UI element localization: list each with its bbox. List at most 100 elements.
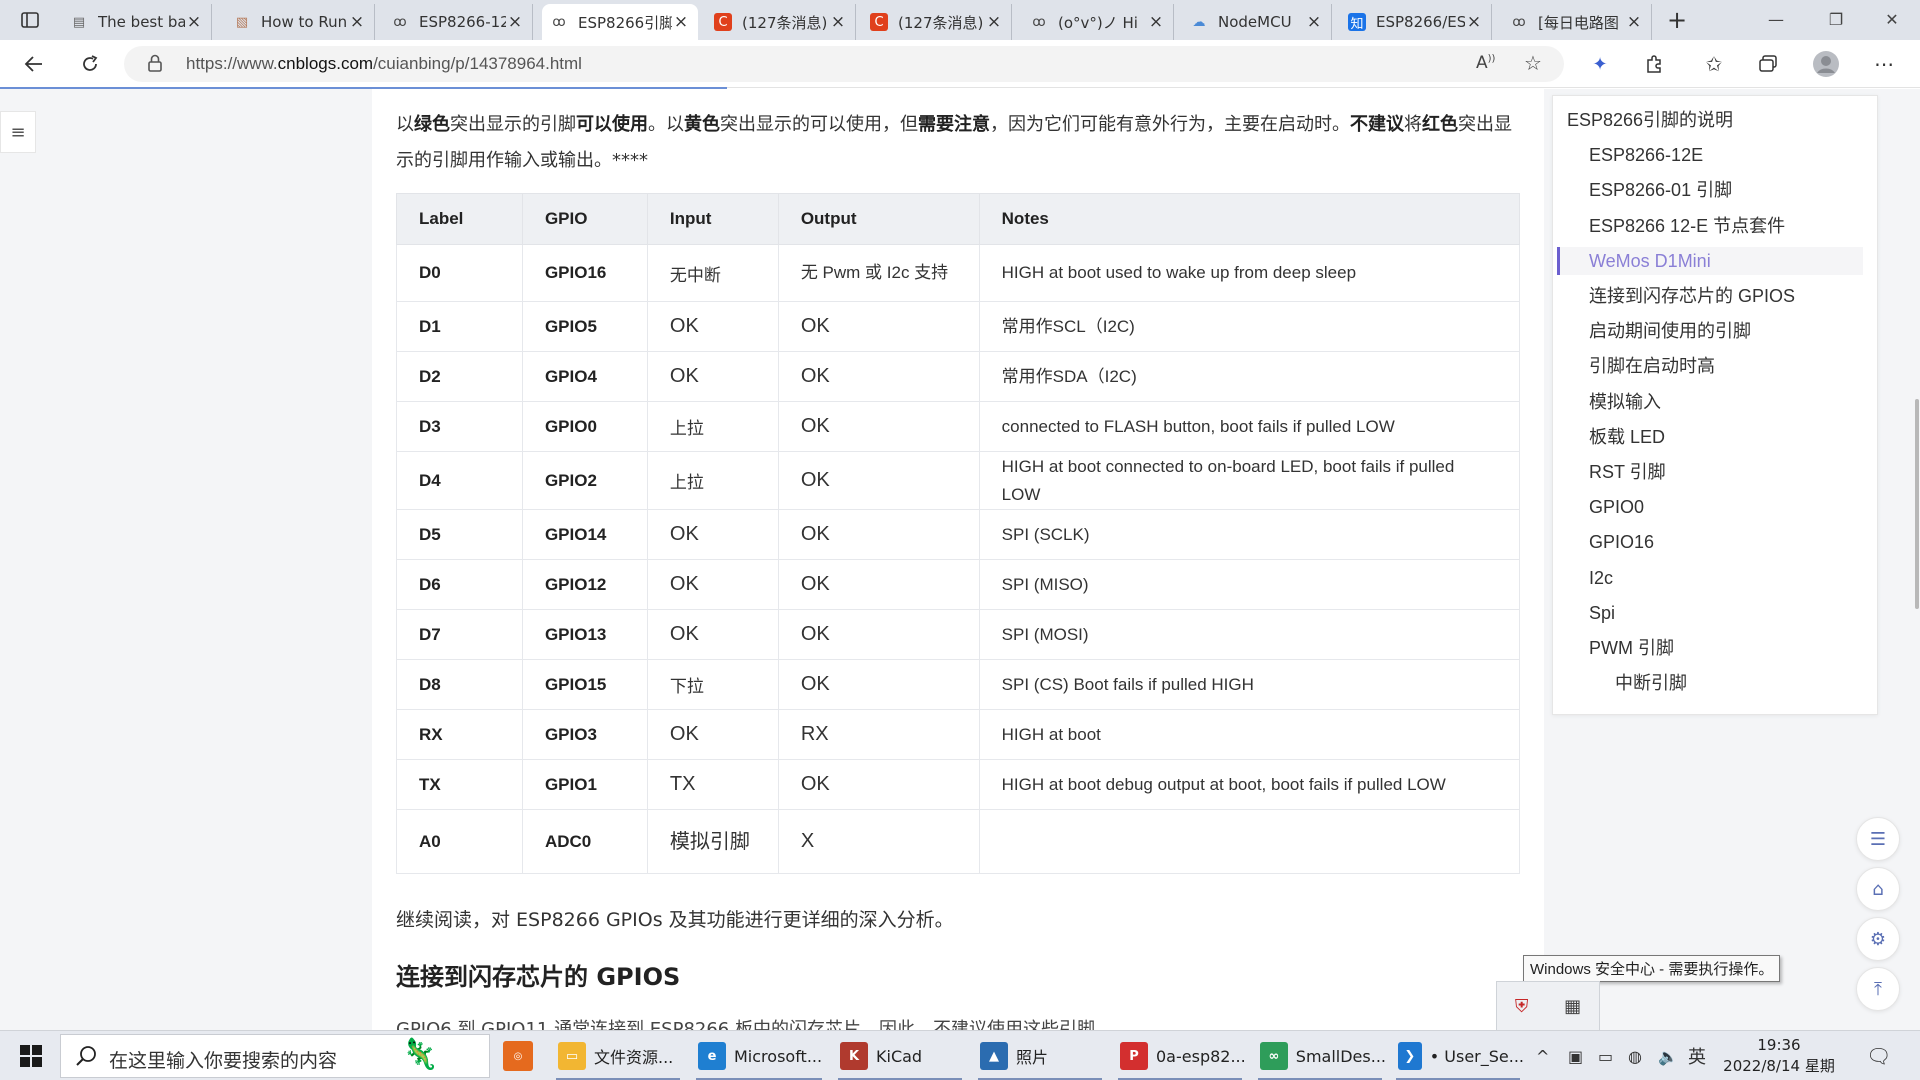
scrollbar-thumb[interactable] [1915,399,1919,609]
browser-tab[interactable]: ꝏ (o°v°)ノ Hi × [1022,4,1174,40]
tab-close-icon[interactable]: × [348,12,366,32]
toc-item[interactable]: 启动期间使用的引脚 [1589,317,1751,345]
browser-tab[interactable]: ꝏ [每日电路图 × [1502,4,1652,40]
restore-button[interactable]: ❐ [1806,0,1866,40]
extensions-puzzle-icon[interactable] [1636,48,1672,80]
cnblogs-icon: ꝏ [1032,14,1046,30]
url-text[interactable]: https://www.cnblogs.com/cuianbing/p/1437… [186,54,582,74]
extension-icon[interactable]: ✦ [1582,48,1618,80]
ime-indicator[interactable]: 英 [1688,1031,1706,1080]
taskbar-app-label: 文件资源... [594,1048,674,1067]
toc-item[interactable]: ESP8266-01 引脚 [1589,176,1732,204]
notification-icon[interactable]: 🗨 [1866,1031,1891,1080]
gear-icon[interactable]: ⚙ [1856,917,1900,961]
pdf-icon: P [1120,1042,1148,1070]
tab-close-icon[interactable]: × [1305,12,1323,32]
toc-item[interactable]: 板载 LED [1589,423,1665,451]
taskbar-app[interactable]: ❯ • User_Se... [1392,1031,1524,1080]
toc-item[interactable]: ESP8266 12-E 节点套件 [1589,212,1785,240]
windows-security-icon[interactable]: ⛨ [1515,996,1529,1017]
refresh-button[interactable] [72,48,108,80]
start-button[interactable] [8,1031,54,1080]
toc-item[interactable]: 引脚在启动时高 [1589,352,1715,380]
toc-item[interactable]: 模拟输入 [1589,388,1661,416]
back-to-top-icon[interactable]: ⤒ [1856,967,1900,1011]
minimize-button[interactable]: — [1746,0,1806,40]
collections-icon[interactable] [1750,48,1786,80]
toc-item[interactable]: I2c [1589,564,1613,592]
tray-display-icon[interactable]: ▣ [1568,1031,1583,1080]
tab-close-icon[interactable]: × [985,12,1003,32]
taskbar-app[interactable]: ▲ 照片 [974,1031,1106,1080]
toc-item[interactable]: GPIO16 [1589,528,1654,556]
tab-close-icon[interactable]: × [185,12,203,32]
tab-close-icon[interactable]: × [829,12,847,32]
article-content: 以绿色突出显示的引脚可以使用。以黄色突出显示的可以使用，但需要注意，因为它们可能… [372,89,1544,1030]
browser-tab[interactable]: C (127条消息) × [706,4,856,40]
input-cell: 模拟引脚 [646,809,779,874]
tab-close-icon[interactable]: × [506,12,524,32]
toc-toggle-icon[interactable]: ☰ [1856,817,1900,861]
tab-title: ESP8266/ES [1376,13,1465,31]
battery-icon[interactable]: ▭ [1598,1031,1613,1080]
volume-icon[interactable]: 🔈 [1658,1031,1678,1080]
tab-title: (127条消息) [898,13,984,32]
read-aloud-icon[interactable]: A)) [1476,53,1495,73]
toc-item[interactable]: ESP8266引脚的说明 [1567,106,1733,134]
toc-item[interactable]: ESP8266-12E [1589,141,1703,169]
search-highlight-icon[interactable]: 🦎 [401,1037,438,1072]
toc-item[interactable]: WeMos D1Mini [1557,246,1863,275]
browser-tab[interactable]: ꝏ ESP8266-12 × [383,4,533,40]
tab-close-icon[interactable]: × [1465,12,1483,32]
browser-tab[interactable]: ☁ NodeMCU × [1182,4,1332,40]
tray-chevron-icon[interactable]: ^ [1536,1031,1549,1080]
settings-more-icon[interactable]: ⋯ [1866,48,1902,80]
taskbar-search-box[interactable]: 在这里输入你要搜索的内容 🦎 [60,1034,490,1078]
sidebar-menu-icon[interactable]: ≡ [0,111,36,153]
tab-close-icon[interactable]: × [672,12,690,32]
address-bar[interactable]: https://www.cnblogs.com/cuianbing/p/1437… [124,46,1564,82]
system-clock[interactable]: 19:36 2022/8/14 星期日 [1720,1035,1838,1080]
security-tooltip: Windows 安全中心 - 需要执行操作。 [1523,955,1781,982]
toc-item[interactable]: Spi [1589,599,1615,627]
toc-item[interactable]: 中断引脚 [1615,669,1687,697]
browser-tab[interactable]: ▤ The best ba × [62,4,212,40]
output-cell: 无 Pwm 或 I2c 支持 [777,244,980,302]
network-icon[interactable]: ◍ [1628,1031,1642,1080]
input-cell: OK [646,351,779,402]
taskbar-app[interactable]: P 0a-esp82... [1114,1031,1246,1080]
kicad-icon: K [840,1042,868,1070]
taskbar-app[interactable]: e Microsoft... [692,1031,826,1080]
notes-cell [978,809,1521,874]
output-cell: OK [777,509,980,560]
favorites-icon[interactable]: ✩ [1696,48,1732,80]
tab-close-icon[interactable]: × [1147,12,1165,32]
home-icon[interactable]: ⌂ [1856,867,1900,911]
taskbar-app[interactable]: ∞ SmallDes... [1254,1031,1386,1080]
back-button[interactable] [16,48,52,80]
gpio-cell: GPIO15 [521,659,648,710]
taskbar-app[interactable]: K KiCad [834,1031,966,1080]
new-tab-button[interactable]: + [1662,6,1692,34]
tab-actions-icon[interactable] [14,8,46,32]
browser-tab[interactable]: ▧ How to Run × [225,4,375,40]
browser-tab[interactable]: C (127条消息) × [862,4,1012,40]
col-header-gpio: GPIO [521,193,648,245]
add-favorite-icon[interactable]: ☆ [1524,51,1542,75]
tab-close-icon[interactable]: × [1625,12,1643,32]
browser-tab[interactable]: 知 ESP8266/ES × [1340,4,1492,40]
toc-item[interactable]: 连接到闪存芯片的 GPIOS [1589,282,1795,310]
taskbar-app[interactable]: ▭ 文件资源... [552,1031,684,1080]
grid-app-icon[interactable]: ▦ [1564,996,1581,1017]
toc-item[interactable]: GPIO0 [1589,493,1644,521]
lock-icon[interactable] [148,54,162,76]
notes-cell: 常用作SDA（I2C) [978,351,1521,402]
toc-item[interactable]: RST 引脚 [1589,458,1666,486]
toc-item[interactable]: PWM 引脚 [1589,634,1674,662]
tray-overflow-popup: ⛨ ▦ [1496,981,1600,1031]
input-cell: OK [646,709,779,760]
close-window-button[interactable]: ✕ [1862,0,1920,40]
profile-avatar[interactable] [1808,48,1844,80]
browser-tab[interactable]: ꝏ ESP8266引脚 × [542,4,698,40]
ubuntu-app-icon[interactable]: ◎ [503,1041,533,1071]
